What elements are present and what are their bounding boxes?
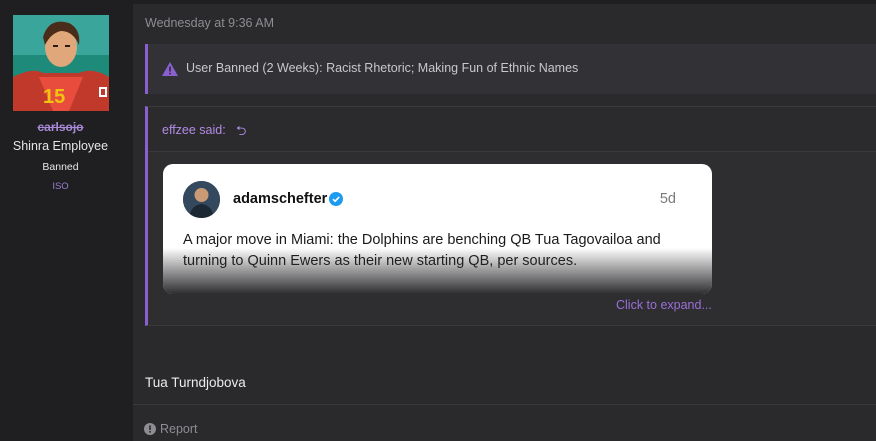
verified-badge-icon: [329, 192, 343, 206]
warning-icon: [162, 62, 178, 76]
tweet-author-handle[interactable]: adamschefter: [233, 191, 327, 207]
tweet-age: 5d: [659, 191, 676, 207]
svg-text:15: 15: [43, 86, 65, 108]
report-label: Report: [160, 422, 198, 436]
embedded-tweet[interactable]: adamschefter 5d A major move in Miami: t…: [163, 164, 712, 294]
user-avatar[interactable]: 15: [13, 15, 109, 111]
quote-block: effzee said: ⮌ adamschefter 5d A major m…: [145, 106, 876, 326]
user-title: Shinra Employee: [12, 139, 109, 153]
tweet-author-avatar: [183, 181, 220, 218]
user-status-banned: Banned: [42, 161, 79, 173]
user-avatar-image: 15: [13, 15, 109, 111]
quote-header: effzee said: ⮌: [148, 107, 876, 152]
ban-notice: User Banned (2 Weeks): Racist Rhetoric; …: [145, 44, 876, 94]
user-tag: ISO: [52, 181, 69, 192]
jump-to-quote-icon[interactable]: ⮌: [236, 122, 246, 144]
quote-author-link[interactable]: effzee said:: [162, 123, 226, 137]
report-icon: [144, 423, 156, 435]
post-body: Wednesday at 9:36 AM User Banned (2 Week…: [133, 4, 876, 441]
forum-post-page: 15 carlsojo Shinra Employee Banned ISO W…: [0, 0, 876, 441]
post-timestamp[interactable]: Wednesday at 9:36 AM: [145, 16, 274, 30]
tweet-fade-overlay: [163, 248, 712, 294]
user-info-column: 15 carlsojo Shinra Employee Banned ISO: [0, 0, 121, 441]
report-button[interactable]: Report: [144, 422, 198, 436]
post-footer-divider: [133, 404, 876, 405]
click-to-expand-link[interactable]: Click to expand...: [616, 298, 712, 312]
post-reply-text: Tua Turndjobova: [145, 375, 246, 390]
username[interactable]: carlsojo: [0, 120, 121, 134]
ban-notice-text: User Banned (2 Weeks): Racist Rhetoric; …: [186, 61, 579, 75]
